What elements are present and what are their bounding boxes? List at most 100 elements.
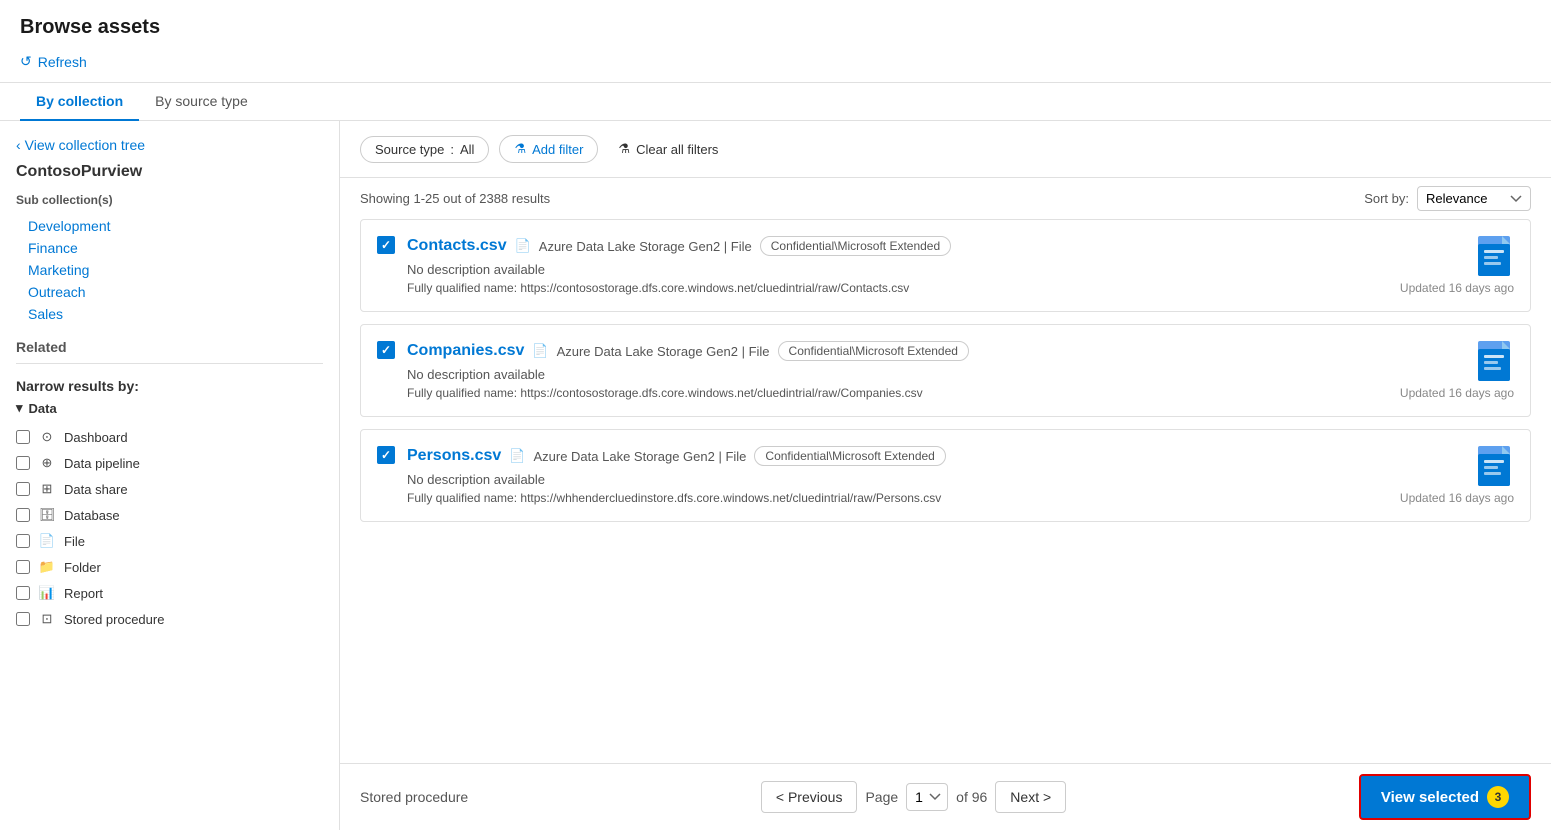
clear-all-filters-button[interactable]: ⚗ Clear all filters (608, 136, 728, 162)
chevron-down-icon: ▾ (16, 400, 23, 416)
sidebar-item-development[interactable]: Development (16, 215, 323, 237)
file-type-icon-1: 📄 (515, 238, 531, 254)
next-button[interactable]: Next > (995, 781, 1066, 813)
filter-item-database[interactable]: 🗄 Database (16, 502, 323, 528)
source-type-value: All (460, 142, 474, 157)
sidebar-item-outreach[interactable]: Outreach (16, 281, 323, 303)
narrow-results-label: Narrow results by: (16, 378, 323, 394)
folder-icon: 📁 (38, 558, 56, 576)
results-list: Contacts.csv 📄 Azure Data Lake Storage G… (340, 219, 1551, 763)
collection-name: ContosoPurview (16, 163, 323, 181)
filter-item-file[interactable]: 📄 File (16, 528, 323, 554)
results-count: Showing 1-25 out of 2388 results (360, 191, 550, 206)
results-bar: Showing 1-25 out of 2388 results Sort by… (340, 178, 1551, 219)
sidebar-item-marketing[interactable]: Marketing (16, 259, 323, 281)
of-label: of 96 (956, 789, 987, 805)
asset-updated-companies-csv: Updated 16 days ago (1400, 386, 1514, 400)
sort-row: Sort by: Relevance Name Last updated (1364, 186, 1531, 211)
filter-checkbox-file[interactable] (16, 534, 30, 548)
asset-card-persons-csv: Persons.csv 📄 Azure Data Lake Storage Ge… (360, 429, 1531, 522)
asset-description-companies-csv: No description available (407, 367, 1462, 382)
filter-item-data-pipeline[interactable]: ⊕ Data pipeline (16, 450, 323, 476)
file-icon: 📄 (38, 532, 56, 550)
source-type-filter[interactable]: Source type : All (360, 136, 489, 163)
filter-item-report[interactable]: 📊 Report (16, 580, 323, 606)
asset-card-companies-csv: Companies.csv 📄 Azure Data Lake Storage … (360, 324, 1531, 417)
data-share-icon: ⊞ (38, 480, 56, 498)
asset-badge-companies-csv: Confidential\Microsoft Extended (778, 341, 969, 361)
filter-icon: ⚗ (514, 141, 526, 157)
asset-thumbnail-1 (1474, 236, 1514, 284)
pagination-controls: < Previous Page 1 2 3 of 96 Next > (761, 781, 1066, 813)
page-title: Browse assets (20, 16, 1531, 39)
sub-collections-label: Sub collection(s) (16, 193, 323, 207)
filter-checkbox-data-pipeline[interactable] (16, 456, 30, 470)
file-type-icon-2: 📄 (532, 343, 548, 359)
asset-thumbnail-3 (1474, 446, 1514, 494)
data-pipeline-icon: ⊕ (38, 454, 56, 472)
tab-by-source-type[interactable]: By source type (139, 83, 264, 121)
add-filter-button[interactable]: ⚗ Add filter (499, 135, 598, 163)
filter-checkbox-data-share[interactable] (16, 482, 30, 496)
asset-badge-persons-csv: Confidential\Microsoft Extended (754, 446, 945, 466)
report-icon: 📊 (38, 584, 56, 602)
filter-checkbox-folder[interactable] (16, 560, 30, 574)
asset-thumbnail-2 (1474, 341, 1514, 389)
filter-checkbox-stored-procedure[interactable] (16, 612, 30, 626)
stored-procedure-icon: ⊡ (38, 610, 56, 628)
asset-checkbox-contacts-csv[interactable] (377, 236, 395, 254)
sidebar: ‹ View collection tree ContosoPurview Su… (0, 121, 340, 830)
filter-item-data-share[interactable]: ⊞ Data share (16, 476, 323, 502)
asset-name-persons-csv[interactable]: Persons.csv (407, 447, 501, 465)
filter-item-stored-procedure[interactable]: ⊡ Stored procedure (16, 606, 323, 632)
filter-bar: Source type : All ⚗ Add filter ⚗ Clear a… (340, 121, 1551, 178)
sidebar-item-finance[interactable]: Finance (16, 237, 323, 259)
view-selected-badge: 3 (1487, 786, 1509, 808)
refresh-button[interactable]: ↺ Refresh (20, 49, 87, 74)
data-section: ▾ Data ⊙ Dashboard ⊕ Data pipeline ⊞ Dat… (16, 400, 323, 632)
asset-updated-persons-csv: Updated 16 days ago (1400, 491, 1514, 505)
filter-checkbox-dashboard[interactable] (16, 430, 30, 444)
filter-item-folder[interactable]: 📁 Folder (16, 554, 323, 580)
asset-badge-contacts-csv: Confidential\Microsoft Extended (760, 236, 951, 256)
asset-checkbox-persons-csv[interactable] (377, 446, 395, 464)
tabs-row: By collection By source type (0, 83, 1551, 121)
asset-card-contacts-csv: Contacts.csv 📄 Azure Data Lake Storage G… (360, 219, 1531, 312)
asset-source-1: Azure Data Lake Storage Gen2 | File (539, 239, 752, 254)
pagination-bar: Stored procedure < Previous Page 1 2 3 o… (340, 763, 1551, 830)
view-collection-tree-button[interactable]: ‹ View collection tree (16, 137, 323, 153)
database-icon: 🗄 (38, 506, 56, 524)
asset-description-persons-csv: No description available (407, 472, 1462, 487)
view-selected-button[interactable]: View selected 3 (1359, 774, 1531, 820)
page-label: Page (865, 789, 898, 805)
page-select[interactable]: 1 2 3 (906, 783, 948, 811)
asset-fqn-companies-csv: Fully qualified name: https://contososto… (407, 386, 1462, 400)
previous-button[interactable]: < Previous (761, 781, 858, 813)
chevron-left-icon: ‹ (16, 137, 21, 153)
asset-fqn-persons-csv: Fully qualified name: https://whhendercl… (407, 491, 1462, 505)
asset-description-contacts-csv: No description available (407, 262, 1462, 277)
sort-select[interactable]: Relevance Name Last updated (1417, 186, 1531, 211)
refresh-icon: ↺ (20, 53, 32, 70)
asset-name-companies-csv[interactable]: Companies.csv (407, 342, 524, 360)
filter-item-dashboard[interactable]: ⊙ Dashboard (16, 424, 323, 450)
asset-checkbox-companies-csv[interactable] (377, 341, 395, 359)
filter-checkbox-database[interactable] (16, 508, 30, 522)
filter-checkbox-report[interactable] (16, 586, 30, 600)
dashboard-icon: ⊙ (38, 428, 56, 446)
clear-icon: ⚗ (618, 141, 630, 157)
sub-collections-list: Development Finance Marketing Outreach S… (16, 215, 323, 325)
asset-updated-contacts-csv: Updated 16 days ago (1400, 281, 1514, 295)
stored-procedure-footer-label: Stored procedure (360, 789, 468, 805)
asset-source-3: Azure Data Lake Storage Gen2 | File (533, 449, 746, 464)
asset-name-contacts-csv[interactable]: Contacts.csv (407, 237, 507, 255)
data-section-header[interactable]: ▾ Data (16, 400, 323, 416)
file-type-icon-3: 📄 (509, 448, 525, 464)
asset-source-2: Azure Data Lake Storage Gen2 | File (557, 344, 770, 359)
asset-fqn-contacts-csv: Fully qualified name: https://contososto… (407, 281, 1462, 295)
sort-label: Sort by: (1364, 191, 1409, 206)
source-type-label: Source type (375, 142, 444, 157)
sidebar-item-sales[interactable]: Sales (16, 303, 323, 325)
related-label: Related (16, 339, 323, 355)
tab-by-collection[interactable]: By collection (20, 83, 139, 121)
